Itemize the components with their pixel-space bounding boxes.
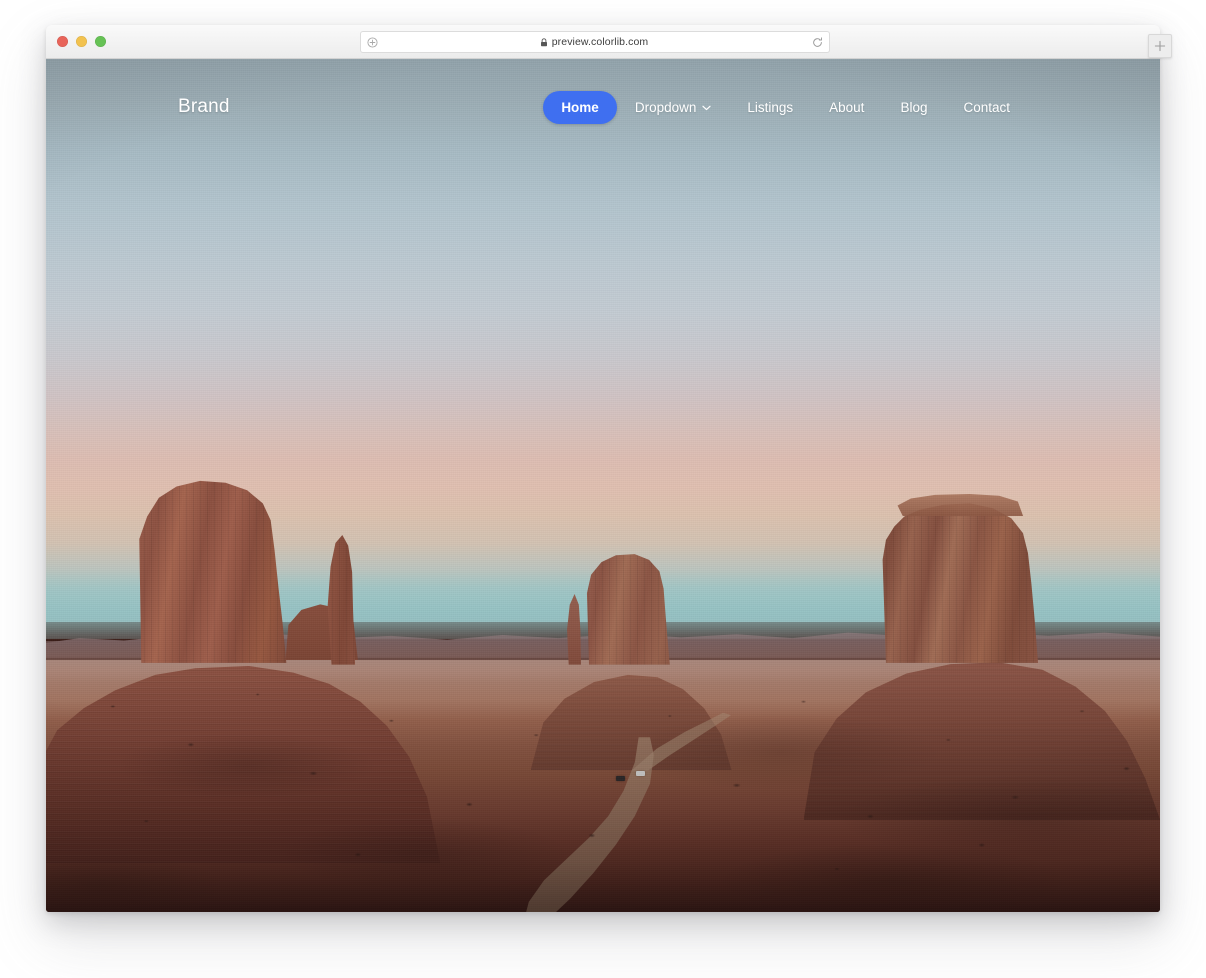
reload-icon[interactable]	[805, 36, 829, 48]
nav-item-about[interactable]: About	[811, 91, 882, 124]
nav-item-label: Blog	[900, 99, 928, 115]
plus-circle-icon[interactable]	[361, 36, 383, 48]
desert-scrub-brush	[46, 673, 1160, 912]
plus-icon	[1154, 40, 1166, 52]
nav-item-label: About	[829, 99, 865, 115]
nav-item-label: Contact	[963, 99, 1010, 115]
nav-item-label: Home	[561, 99, 599, 115]
site-navbar: Brand Home Dropdown Listings About Blog …	[46, 59, 1160, 155]
url-text: preview.colorlib.com	[551, 36, 649, 48]
browser-titlebar: preview.colorlib.com	[46, 25, 1172, 59]
hero-background-image	[46, 59, 1160, 912]
browser-window: preview.colorlib.com Brand Home Dropdown…	[46, 25, 1172, 912]
nav-item-listings[interactable]: Listings	[729, 91, 811, 124]
nav-item-blog[interactable]: Blog	[882, 91, 945, 124]
nav-item-contact[interactable]: Contact	[945, 91, 1028, 124]
new-tab-button[interactable]	[1148, 34, 1172, 58]
url-display[interactable]: preview.colorlib.com	[383, 36, 805, 48]
nav-item-dropdown[interactable]: Dropdown	[617, 91, 730, 124]
address-bar[interactable]: preview.colorlib.com	[360, 31, 830, 53]
maximize-window-button[interactable]	[95, 36, 106, 47]
close-window-button[interactable]	[57, 36, 68, 47]
lock-icon	[540, 37, 548, 47]
minimize-window-button[interactable]	[76, 36, 87, 47]
nav-item-label: Listings	[747, 99, 794, 115]
nav-item-home[interactable]: Home	[543, 90, 617, 124]
brand-logo[interactable]: Brand	[178, 96, 230, 118]
page-viewport: Brand Home Dropdown Listings About Blog …	[46, 59, 1160, 912]
chevron-down-icon	[702, 105, 711, 111]
nav-menu: Home Dropdown Listings About Blog Contac…	[543, 90, 1028, 124]
window-controls	[57, 36, 106, 47]
nav-item-label: Dropdown	[634, 99, 697, 115]
